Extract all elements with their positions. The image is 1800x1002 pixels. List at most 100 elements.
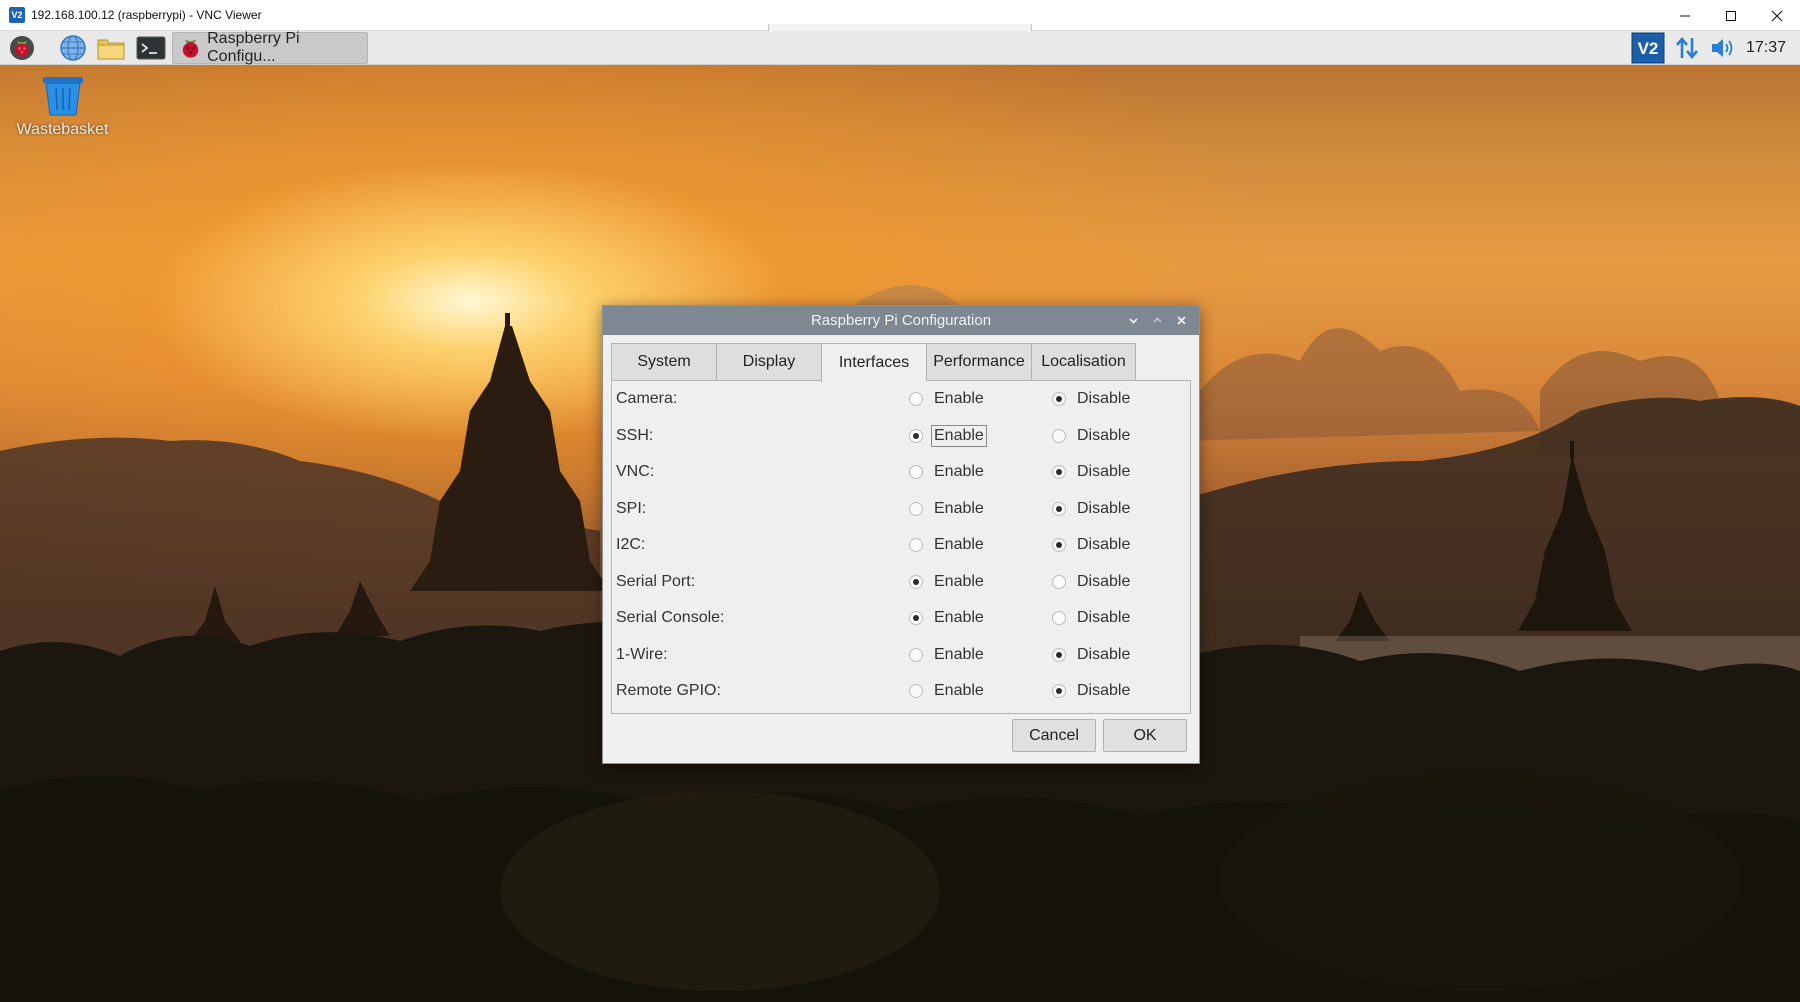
vnc-disable-radio[interactable]: Disable [1052,461,1133,483]
radio-button-icon[interactable] [1052,684,1066,698]
interface-label: Camera: [616,390,678,407]
chevron-up-icon [1153,317,1161,323]
vnc-window-title: 192.168.100.12 (raspberrypi) - VNC Viewe… [31,8,262,22]
vnc-viewer-logo-icon: V2 [9,7,25,23]
vnc-enable-radio[interactable]: Enable [909,461,987,483]
chevron-down-icon [1128,318,1138,324]
network-icon[interactable] [1672,33,1702,63]
interface-label: Serial Port: [616,572,696,590]
interface-row-remote-gpio: Remote GPIO: Enable Disable [612,673,1190,709]
task-button-raspberry-pi-config[interactable]: Raspberry Pi Configu... [172,31,368,65]
close-icon [1771,10,1783,21]
disable-label: Disable [1077,572,1131,590]
radio-button-icon[interactable] [909,684,923,698]
volume-icon[interactable] [1708,33,1738,63]
serial-console-disable-radio[interactable]: Disable [1052,607,1133,629]
maximize-button[interactable] [1708,0,1754,31]
wastebasket-label: Wastebasket [16,121,109,138]
enable-label: Enable [934,463,984,480]
dialog-minimize-button[interactable] [1121,309,1145,333]
enable-label: Enable [934,536,984,553]
ok-button[interactable]: OK [1103,719,1187,752]
serial-port-disable-radio[interactable]: Disable [1052,571,1133,593]
disable-label: Disable [1077,463,1131,480]
trash-icon [42,77,83,116]
serial-port-enable-radio[interactable]: Enable [909,571,987,593]
radio-button-icon[interactable] [909,538,923,552]
radio-button-icon[interactable] [1052,428,1066,443]
camera-enable-radio[interactable]: Enable [909,388,987,410]
radio-button-icon[interactable] [909,611,923,625]
dialog-titlebar[interactable]: Raspberry Pi Configuration [603,306,1199,335]
interface-row-i2c: I2C: Enable Disable [612,527,1190,563]
radio-button-icon[interactable] [1052,538,1066,552]
radio-button-icon[interactable] [909,501,923,516]
cancel-button[interactable]: Cancel [1012,719,1096,752]
radio-button-icon[interactable] [909,574,923,589]
remote-gpio-disable-radio[interactable]: Disable [1052,680,1133,702]
wastebasket-desktop-icon[interactable]: Wastebasket [10,75,115,139]
radio-button-icon[interactable] [909,465,923,479]
minimize-button[interactable] [1662,0,1708,31]
vnc-window-titlebar[interactable]: V2 192.168.100.12 (raspberrypi) - VNC Vi… [0,0,1800,32]
minimize-icon [1680,15,1690,16]
ssh-enable-radio[interactable]: Enable [909,424,987,447]
close-button[interactable] [1754,0,1800,31]
interface-label: 1-Wire: [616,645,668,663]
interface-label: Serial Console: [616,609,725,626]
remote-desktop[interactable]: Raspberry Pi Configu... V2 17:37 Wasteba… [0,31,1800,1002]
i2c-enable-radio[interactable]: Enable [909,534,987,556]
close-icon [1176,316,1186,325]
ssh-disable-radio[interactable]: Disable [1052,425,1133,447]
task-button-label: Raspberry Pi Configu... [207,31,300,65]
disable-label: Disable [1077,499,1131,517]
file-manager-icon[interactable] [96,33,126,63]
radio-button-icon[interactable] [909,428,923,443]
taskbar-panel: Raspberry Pi Configu... V2 17:37 [0,31,1800,65]
radio-button-icon[interactable] [1052,465,1066,479]
radio-button-icon[interactable] [1052,392,1066,406]
clock[interactable]: 17:37 [1746,39,1786,57]
interface-row-vnc: VNC: Enable Disable [612,454,1190,490]
1-wire-enable-radio[interactable]: Enable [909,644,987,666]
tab-display[interactable]: Display [716,343,821,381]
enable-label: Enable [934,572,984,590]
interface-label: Remote GPIO: [616,682,721,699]
interface-row-1-wire: 1-Wire: Enable Disable [612,637,1190,673]
remote-gpio-enable-radio[interactable]: Enable [909,680,987,702]
interface-label: SPI: [616,499,647,517]
interface-label: VNC: [616,463,655,480]
disable-label: Disable [1077,645,1131,663]
dialog-title: Raspberry Pi Configuration [810,312,992,329]
enable-label: Enable [934,390,984,407]
radio-button-icon[interactable] [1052,574,1066,589]
camera-disable-radio[interactable]: Disable [1052,388,1133,410]
1-wire-disable-radio[interactable]: Disable [1052,644,1133,666]
serial-console-enable-radio[interactable]: Enable [909,607,987,629]
interface-row-serial-console: Serial Console: Enable Disable [612,600,1190,636]
tab-localisation[interactable]: Localisation [1031,343,1136,381]
interfaces-panel: Camera: Enable Disable SSH: Enable Disable VNC… [611,380,1191,714]
tab-performance[interactable]: Performance [926,343,1031,381]
tab-interfaces[interactable]: Interfaces [821,343,926,383]
radio-button-icon[interactable] [1052,501,1066,516]
svg-text:V2: V2 [1638,39,1659,58]
raspberry-menu-icon[interactable] [7,33,37,63]
radio-button-icon[interactable] [1052,611,1066,625]
terminal-icon[interactable] [136,33,166,63]
i2c-disable-radio[interactable]: Disable [1052,534,1133,556]
radio-button-icon[interactable] [909,647,923,662]
disable-label: Disable [1077,536,1131,553]
spi-disable-radio[interactable]: Disable [1052,498,1133,520]
spi-enable-radio[interactable]: Enable [909,498,987,520]
tab-system[interactable]: System [611,343,716,381]
radio-button-icon[interactable] [909,392,923,406]
interface-row-ssh: SSH: Enable Disable [612,418,1190,454]
enable-label: Enable [934,499,984,517]
dialog-maximize-button[interactable] [1145,309,1169,333]
dialog-close-button[interactable] [1169,309,1193,333]
enable-label: Enable [934,682,984,699]
vnc-server-icon[interactable]: V2 [1630,32,1666,64]
radio-button-icon[interactable] [1052,647,1066,662]
web-browser-icon[interactable] [58,33,88,63]
